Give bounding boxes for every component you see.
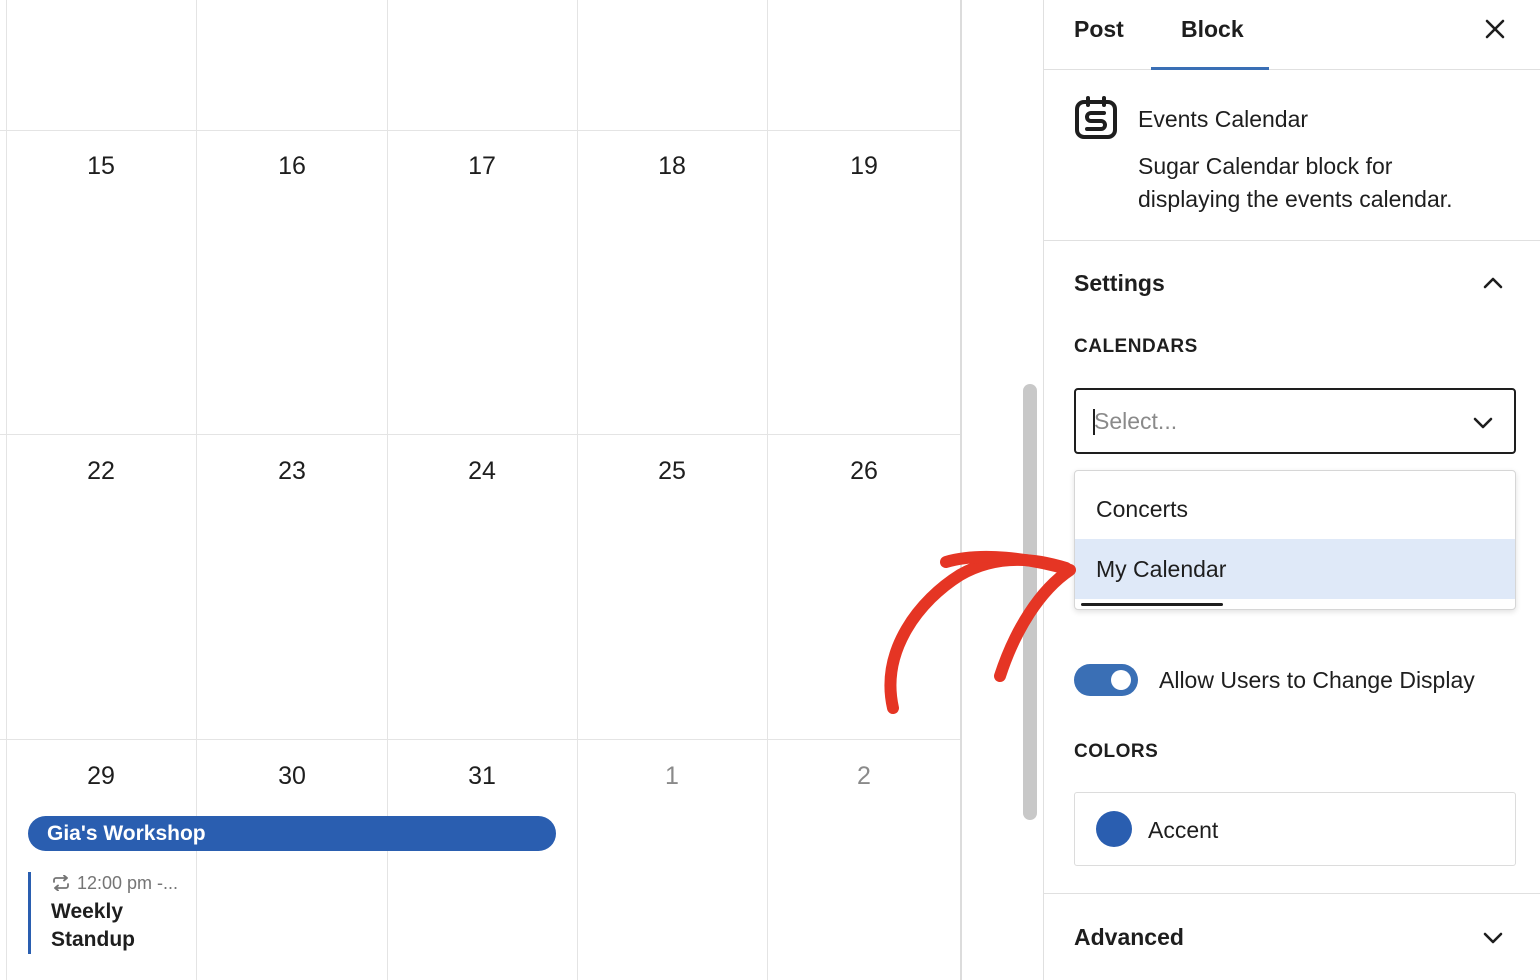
grid-line	[6, 0, 7, 980]
chevron-down-icon[interactable]	[1480, 925, 1506, 951]
editor-canvas-border	[960, 0, 962, 980]
settings-panel-title[interactable]: Settings	[1074, 270, 1165, 297]
event-time: 12:00 pm -...	[51, 872, 194, 894]
divider	[1044, 893, 1540, 894]
block-title: Events Calendar	[1138, 106, 1309, 132]
events-calendar-grid: 15 16 17 18 19 22 23 24 25 26 29 30 31 1…	[0, 0, 960, 980]
day-number[interactable]: 29	[71, 762, 131, 791]
block-settings-sidebar: Post Block Events Calendar Sugar Calenda…	[1043, 0, 1540, 980]
event-weekly-standup[interactable]: 12:00 pm -... Weekly Standup	[28, 872, 194, 954]
chevron-down-icon[interactable]	[1470, 410, 1496, 436]
dropdown-option-concerts[interactable]: Concerts	[1075, 479, 1515, 539]
colors-label: COLORS	[1074, 741, 1159, 762]
sugar-calendar-logo-icon	[1075, 96, 1117, 139]
color-label: Accent	[1148, 817, 1219, 843]
text-caret	[1093, 409, 1095, 435]
repeat-icon	[53, 875, 69, 891]
day-number[interactable]: 22	[71, 457, 131, 486]
block-description: Sugar Calendar block for displaying the …	[1138, 153, 1453, 212]
event-gias-workshop[interactable]: Gia's Workshop	[28, 816, 556, 851]
day-number[interactable]: 26	[834, 457, 894, 486]
tab-post[interactable]: Post	[1074, 16, 1124, 43]
dropdown-option-my-calendar[interactable]: My Calendar	[1075, 539, 1515, 599]
color-swatch	[1096, 811, 1132, 847]
event-title: Weekly Standup	[51, 900, 135, 951]
chevron-up-icon[interactable]	[1480, 270, 1506, 296]
day-number-next-month[interactable]: 2	[834, 762, 894, 791]
toggle-label[interactable]: Allow Users to Change Display	[1159, 667, 1475, 694]
day-number[interactable]: 24	[452, 457, 512, 486]
accent-color-picker[interactable]: Accent	[1074, 792, 1516, 866]
day-number[interactable]: 16	[262, 152, 322, 181]
day-number[interactable]: 15	[71, 152, 131, 181]
select-placeholder: Select...	[1094, 408, 1178, 434]
dropdown-underlay	[1081, 603, 1223, 606]
day-number[interactable]: 18	[642, 152, 702, 181]
grid-line	[767, 0, 768, 980]
close-icon[interactable]	[1480, 14, 1510, 44]
grid-line	[0, 434, 960, 435]
day-number[interactable]: 19	[834, 152, 894, 181]
day-number[interactable]: 25	[642, 457, 702, 486]
event-time-text: 12:00 pm -...	[77, 873, 179, 893]
day-number[interactable]: 17	[452, 152, 512, 181]
day-number[interactable]: 23	[262, 457, 322, 486]
grid-line	[577, 0, 578, 980]
calendars-label: CALENDARS	[1074, 336, 1198, 357]
grid-line	[0, 130, 960, 131]
sidebar-tabs: Post Block	[1044, 0, 1540, 70]
calendars-dropdown-menu: Concerts My Calendar	[1074, 470, 1516, 610]
block-card: Events Calendar Sugar Calendar block for…	[1044, 70, 1540, 241]
editor-scrollbar-thumb[interactable]	[1023, 384, 1037, 820]
grid-line	[0, 739, 960, 740]
tab-block[interactable]: Block	[1181, 16, 1244, 43]
day-number-next-month[interactable]: 1	[642, 762, 702, 791]
toggle-knob	[1111, 670, 1131, 690]
advanced-panel-title[interactable]: Advanced	[1074, 924, 1184, 951]
day-number[interactable]: 30	[262, 762, 322, 791]
day-number[interactable]: 31	[452, 762, 512, 791]
allow-display-change-toggle[interactable]	[1074, 664, 1138, 696]
calendars-select-input[interactable]: Select...	[1074, 388, 1516, 454]
